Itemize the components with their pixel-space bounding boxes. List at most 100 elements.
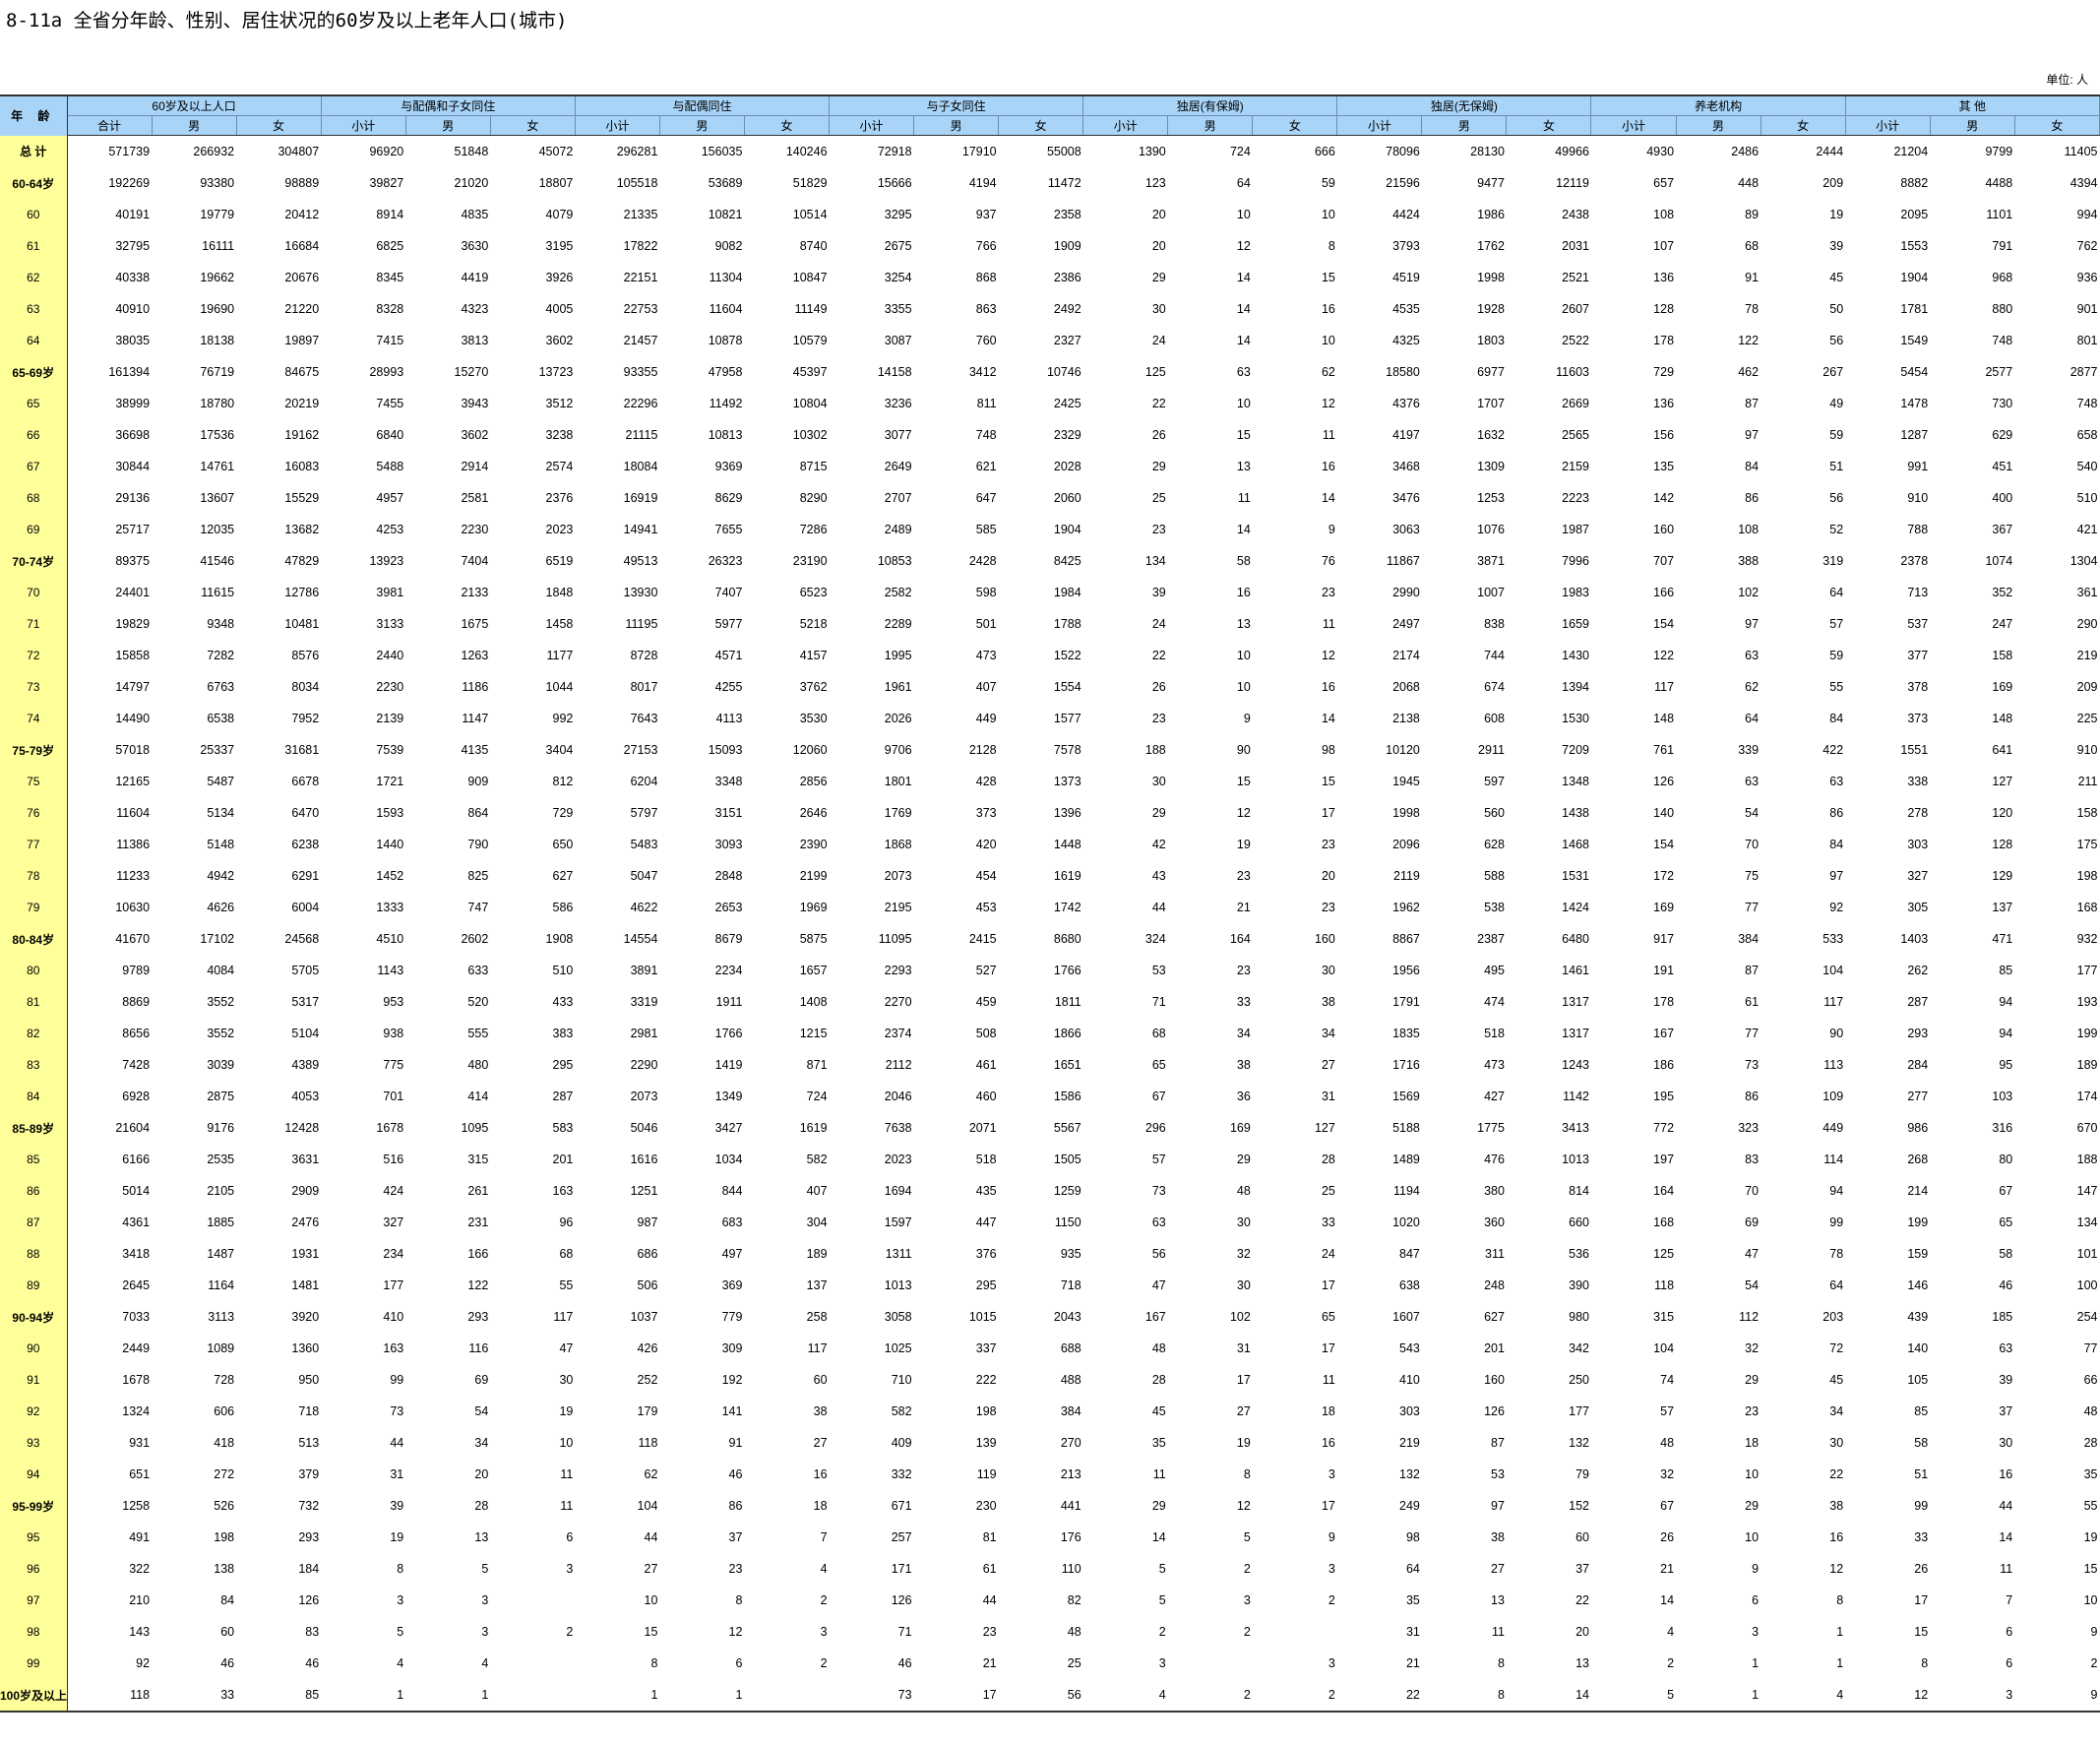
value-cell: 10853 [877, 554, 912, 568]
value-cell: 104 [1653, 1341, 1675, 1355]
value-cell: 34 [1321, 1027, 1335, 1040]
value-cell: 65 [1151, 1058, 1166, 1072]
value-cell: 177 [2076, 964, 2098, 977]
value-cell: 451 [1992, 460, 2013, 473]
value-cell: 2449 [122, 1341, 151, 1355]
value-cell: 84675 [284, 365, 320, 379]
value-cell: 16 [1321, 460, 1335, 473]
sub-header-cell: 女 [1506, 115, 1592, 136]
value-cell: 1998 [1392, 806, 1420, 820]
value-cell: 4197 [1392, 428, 1420, 442]
value-cell: 266932 [193, 145, 235, 158]
value-cell: 28130 [1470, 145, 1505, 158]
value-cell: 801 [2076, 334, 2098, 347]
value-cell: 5047 [630, 869, 658, 883]
value-cell: 538 [1484, 901, 1505, 914]
value-cell: 1324 [122, 1404, 151, 1418]
value-cell: 1659 [1562, 617, 1589, 631]
value-cell: 3058 [884, 1310, 912, 1324]
value-cell: 293 [1907, 1027, 1929, 1040]
value-cell: 39827 [369, 176, 404, 190]
value-cell: 8290 [799, 491, 828, 505]
age-cell: 78 [0, 860, 68, 892]
value-cell: 2329 [1053, 428, 1081, 442]
value-cell: 9799 [1985, 145, 2013, 158]
value-cell: 15529 [284, 491, 320, 505]
value-cell: 2565 [1562, 428, 1589, 442]
value-cell: 8867 [1392, 932, 1420, 946]
value-cell: 17 [913, 1679, 999, 1713]
value-cell: 4194 [968, 176, 997, 190]
value-cell: 278 [1907, 806, 1929, 820]
sub-header-cell: 女 [1252, 115, 1338, 136]
value-cell: 2875 [207, 1090, 235, 1103]
value-cell: 2574 [545, 460, 574, 473]
value-cell: 3468 [1392, 460, 1420, 473]
value-cell: 63 [1829, 775, 1844, 788]
value-cell: 6678 [291, 775, 320, 788]
value-cell: 18 [1321, 1404, 1335, 1418]
value-cell: 44 [1151, 901, 1166, 914]
age-cell: 89 [0, 1270, 68, 1301]
value-cell: 54 [1745, 1278, 1760, 1292]
value-cell: 2653 [714, 901, 743, 914]
value-cell: 154 [1653, 617, 1675, 631]
value-cell: 11 [1322, 1373, 1335, 1387]
value-cell: 2073 [630, 1090, 658, 1103]
value-cell: 8 [1328, 239, 1335, 253]
value-cell: 5 [1243, 1530, 1251, 1544]
value-cell: 510 [2076, 491, 2098, 505]
page-title: 8-11a 全省分年龄、性别、居住状况的60岁及以上老年人口(城市) [6, 10, 568, 31]
value-cell: 1394 [1562, 680, 1589, 694]
value-cell: 2096 [1392, 838, 1420, 851]
value-cell: 126 [298, 1593, 320, 1607]
value-cell: 1904 [1053, 523, 1081, 536]
age-cell: 65-69岁 [0, 356, 68, 388]
value-cell: 250 [1569, 1373, 1589, 1387]
value-cell: 48 [1151, 1341, 1166, 1355]
value-cell: 762 [2076, 239, 2098, 253]
value-cell: 1868 [884, 838, 912, 851]
value-cell: 63 [1236, 365, 1251, 379]
value-cell: 367 [1992, 523, 2013, 536]
value-cell: 2607 [1562, 302, 1589, 316]
value-cell: 11 [1322, 617, 1335, 631]
table-row: 80-84岁 41670 17102 24568 4510 2602 1908 14554 86… [0, 923, 2100, 955]
value-cell: 164 [1653, 1184, 1675, 1198]
value-cell: 8034 [291, 680, 320, 694]
value-cell: 3151 [714, 806, 743, 820]
value-cell: 9789 [122, 964, 151, 977]
table-row: 75 12165 5487 6678 1721 909 812 6204 3348 2856 180… [0, 766, 2100, 797]
value-cell: 72 [1829, 1341, 1844, 1355]
value-cell: 324 [1144, 932, 1166, 946]
age-cell: 85 [0, 1144, 68, 1175]
value-cell: 1 [1836, 1656, 1844, 1670]
value-cell: 118 [67, 1679, 153, 1713]
value-cell: 156035 [701, 145, 743, 158]
value-cell: 1076 [1477, 523, 1505, 536]
value-cell: 9477 [1477, 176, 1505, 190]
value-cell: 3476 [1392, 491, 1420, 505]
value-cell: 38 [1236, 1058, 1251, 1072]
value-cell: 18580 [1386, 365, 1420, 379]
value-cell: 140 [1907, 1341, 1929, 1355]
value-cell: 44 [982, 1593, 997, 1607]
value-cell: 1 [659, 1679, 745, 1713]
value-cell: 66 [2083, 1373, 2098, 1387]
value-cell: 1448 [1053, 838, 1081, 851]
value-cell: 7428 [122, 1058, 151, 1072]
value-cell: 70 [1745, 838, 1760, 851]
value-cell: 287 [1907, 995, 1929, 1009]
value-cell: 5483 [630, 838, 658, 851]
value-cell: 22151 [623, 271, 658, 284]
value-cell: 10 [559, 1436, 574, 1450]
age-cell: 81 [0, 986, 68, 1018]
value-cell: 137 [1992, 901, 2013, 914]
value-cell: 21 [1660, 1562, 1675, 1576]
value-cell: 90 [1829, 1027, 1844, 1040]
value-cell: 109 [1822, 1090, 1844, 1103]
value-cell: 27 [1236, 1404, 1251, 1418]
value-cell: 28 [2083, 1436, 2098, 1450]
value-cell: 169 [1653, 901, 1675, 914]
value-cell: 1607 [1392, 1310, 1420, 1324]
